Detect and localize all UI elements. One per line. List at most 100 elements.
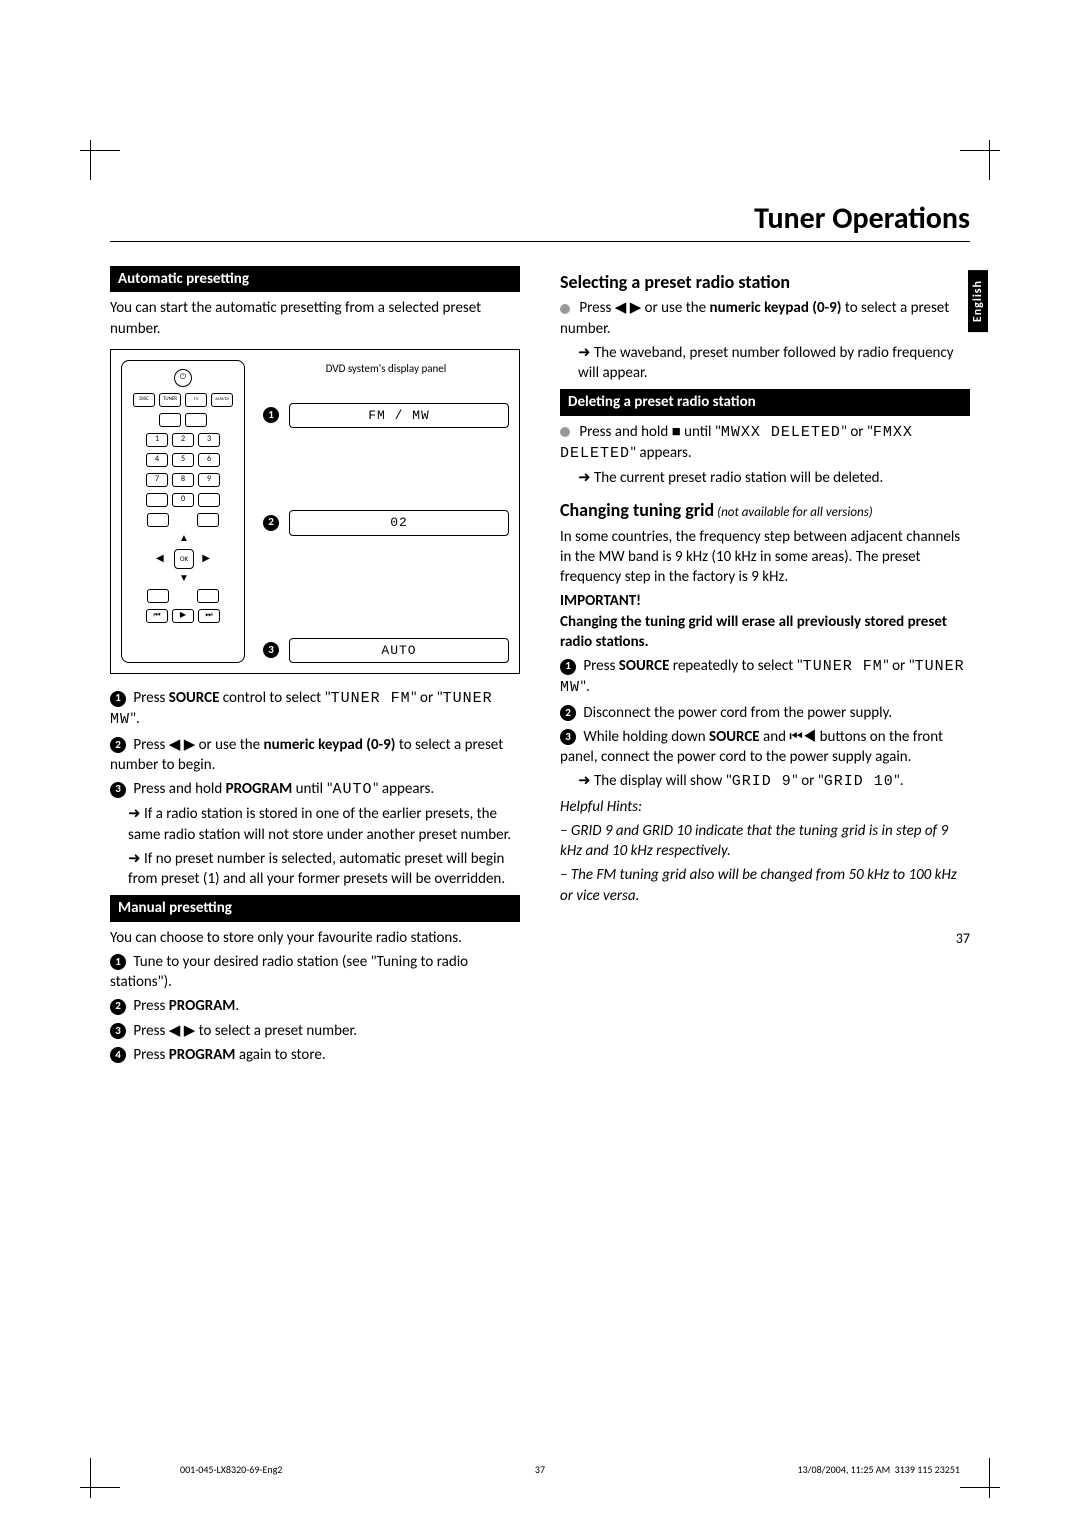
important-block: IMPORTANT! Changing the tuning grid will…: [560, 591, 970, 652]
text: ".: [580, 678, 590, 696]
num-button: 8: [172, 473, 194, 487]
text: Press and hold ■ until ": [579, 423, 721, 441]
text-bold: PROGRAM: [169, 997, 236, 1015]
step-1-icon: 1: [110, 954, 126, 970]
text: ➜ The display will show ": [578, 772, 732, 790]
language-tab: English: [968, 270, 988, 332]
heading-changing-grid: Changing tuning grid (not available for …: [560, 498, 970, 522]
text: again to store.: [235, 1046, 325, 1064]
select-note: ➜ The waveband, preset number followed b…: [560, 343, 970, 384]
mode-button: AUX/DI: [211, 393, 233, 407]
text: repeatedly to select ": [669, 657, 802, 675]
num-button: 0: [172, 493, 194, 507]
display-text: TUNER FM: [331, 690, 411, 707]
text-bold: PROGRAM: [226, 780, 293, 798]
callout-3-icon: 3: [263, 642, 279, 658]
text: Press: [133, 997, 168, 1015]
step-3-icon: 3: [560, 729, 576, 745]
text-bold: SOURCE: [169, 689, 220, 707]
num-button: 3: [198, 433, 220, 447]
callout-1-icon: 1: [263, 407, 279, 423]
source-button: [159, 413, 181, 427]
text: Press and hold: [133, 780, 225, 798]
text: While holding down: [583, 728, 709, 746]
footer-doc-id: 001-045-LX8320-69-Eng2: [180, 1463, 282, 1476]
page-title: Tuner Operations: [110, 200, 970, 242]
step-2-icon: 2: [560, 705, 576, 721]
source-button: [185, 413, 207, 427]
grid-step-2: 2 Disconnect the power cord from the pow…: [560, 703, 970, 723]
footer: 001-045-LX8320-69-Eng2 37 13/08/2004, 11…: [180, 1463, 960, 1476]
text-bold: SOURCE: [709, 728, 760, 746]
heading-automatic-presetting: Automatic presetting: [110, 266, 520, 292]
ok-button: OK: [174, 549, 194, 569]
auto-note-2: ➜ If no preset number is selected, autom…: [110, 849, 520, 890]
transport-button: ⏭: [198, 609, 220, 623]
text: " appears.: [373, 780, 435, 798]
auto-step-1: 1 Press SOURCE control to select "TUNER …: [110, 688, 520, 731]
manual-step-4: 4 Press PROGRAM again to store.: [110, 1045, 520, 1065]
text: until ": [292, 780, 332, 798]
text: " or ": [792, 772, 824, 790]
func-button: [197, 589, 219, 603]
manual-intro: You can choose to store only your favour…: [110, 928, 520, 948]
func-button: [147, 589, 169, 603]
manual-page: English Tuner Operations Automatic prese…: [0, 0, 1080, 1528]
auto-intro: You can start the automatic presetting f…: [110, 298, 520, 339]
footer-code: 3139 115 23251: [895, 1463, 960, 1476]
mode-button: TV: [185, 393, 207, 407]
grid-intro: In some countries, the frequency step be…: [560, 527, 970, 588]
num-button: 9: [198, 473, 220, 487]
text: " appears.: [630, 444, 692, 462]
text-bold: SOURCE: [619, 657, 670, 675]
grid-step-3: 3 While holding down SOURCE and ⏮◀ butto…: [560, 727, 970, 768]
text: " or ": [883, 657, 915, 675]
hints-label: Helpful Hints:: [560, 797, 970, 817]
display-readout-2: 02: [289, 510, 509, 536]
footer-timestamp: 13/08/2004, 11:25 AM: [798, 1463, 891, 1476]
text: Press ◀ ▶ or use the: [579, 299, 709, 317]
step-2-icon: 2: [110, 999, 126, 1015]
right-column: Selecting a preset radio station Press ◀…: [560, 260, 970, 1069]
text: " or ": [841, 423, 873, 441]
text: control to select ": [219, 689, 330, 707]
hint-1: – GRID 9 and GRID 10 indicate that the t…: [560, 821, 970, 862]
important-label: IMPORTANT!: [560, 592, 641, 610]
footer-page: 37: [535, 1463, 545, 1476]
heading-selecting-preset: Selecting a preset radio station: [560, 270, 970, 294]
step-3-icon: 3: [110, 1023, 126, 1039]
hint-2: – The FM tuning grid also will be change…: [560, 865, 970, 906]
step-1-icon: 1: [560, 659, 576, 675]
num-button: 1: [146, 433, 168, 447]
callout-2-icon: 2: [263, 515, 279, 531]
crop-mark: [940, 150, 990, 200]
step-3-icon: 3: [110, 782, 126, 798]
remote-control-illustration: ⏻ DISCTUNERTVAUX/DI 123 456 789 0 ▲▼◀▶ O…: [121, 360, 245, 663]
left-column: Automatic presetting You can start the a…: [110, 260, 520, 1069]
step-4-icon: 4: [110, 1047, 126, 1063]
display-readout-3: AUTO: [289, 638, 509, 664]
func-button: [197, 513, 219, 527]
text-bold: numeric keypad (0-9): [710, 299, 842, 317]
diagram-caption: DVD system's display panel: [263, 362, 509, 377]
remote-diagram: ⏻ DISCTUNERTVAUX/DI 123 456 789 0 ▲▼◀▶ O…: [110, 349, 520, 674]
heading-deleting-preset: Deleting a preset radio station: [560, 389, 970, 415]
crop-mark: [90, 150, 140, 200]
bullet-icon: [560, 427, 570, 437]
text: Press: [133, 689, 168, 707]
manual-step-3: 3 Press ◀ ▶ to select a preset number.: [110, 1021, 520, 1041]
num-button: [146, 493, 168, 507]
delete-step: Press and hold ■ until "MWXX DELETED" or…: [560, 422, 970, 465]
note-italic: (not available for all versions): [714, 505, 872, 520]
display-text: MWXX DELETED: [721, 424, 841, 441]
display-text: GRID 9: [732, 773, 792, 790]
step-2-icon: 2: [110, 737, 126, 753]
text: Changing tuning grid: [560, 499, 714, 521]
page-number: 37: [560, 930, 970, 949]
auto-step-3: 3 Press and hold PROGRAM until "AUTO" ap…: [110, 779, 520, 800]
step-1-icon: 1: [110, 691, 126, 707]
transport-button: ▶: [172, 609, 194, 623]
power-icon: ⏻: [174, 369, 192, 387]
num-button: 2: [172, 433, 194, 447]
display-text: TUNER FM: [803, 658, 883, 675]
